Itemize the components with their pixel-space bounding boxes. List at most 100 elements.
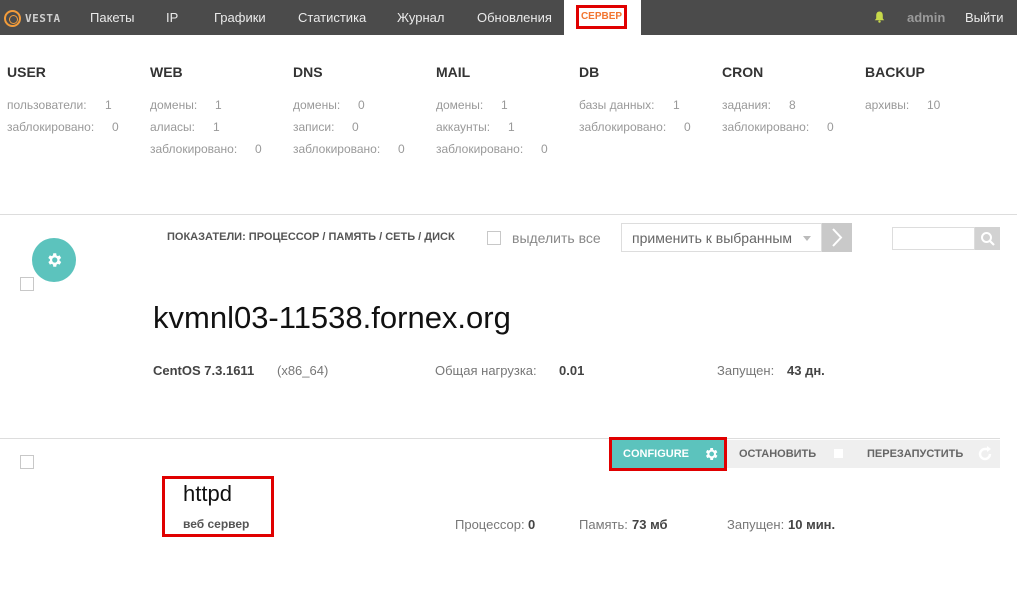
stat-title[interactable]: MAIL [436, 64, 523, 82]
vesta-logo[interactable]: VESTA [4, 8, 61, 28]
stat-label: заблокировано: [150, 142, 238, 156]
bulk-action-select[interactable]: применить к выбранным [621, 223, 822, 252]
add-button[interactable] [32, 238, 76, 282]
server-os: CentOS 7.3.1611 [153, 363, 255, 378]
stat-value: 1 [501, 98, 508, 112]
stat-value: 1 [213, 120, 220, 134]
apply-button[interactable] [822, 223, 852, 252]
stat-title[interactable]: BACKUP [865, 64, 925, 82]
nav-item-updates[interactable]: Обновления [477, 0, 552, 35]
stat-value: 1 [105, 98, 112, 112]
top-nav-bar: VESTA Пакеты IP Графики Статистика Журна… [0, 0, 1017, 35]
gear-icon [705, 448, 718, 460]
indicators-link[interactable]: ПОКАЗАТЕЛИ: ПРОЦЕССОР / ПАМЯТЬ / СЕТЬ / … [167, 231, 455, 243]
stat-value: 1 [215, 98, 222, 112]
stat-value: 0 [684, 120, 691, 134]
stat-label: пользователи: [7, 98, 87, 112]
stat-label: домены: [150, 98, 198, 112]
nav-item-server[interactable]: СЕРВЕР [576, 5, 627, 29]
stop-icon [834, 449, 843, 458]
stat-value: 0 [255, 142, 262, 156]
stat-row: алиасы: 1 [150, 116, 237, 138]
search-input[interactable] [892, 227, 975, 250]
nav-item-graphs[interactable]: Графики [214, 0, 266, 35]
stat-value: 0 [112, 120, 119, 134]
cpu-value: 0 [528, 517, 536, 532]
stat-label: записи: [293, 120, 335, 134]
stat-cron: CRON задания: 8 заблокировано: 0 [722, 64, 834, 138]
stat-label: аккаунты: [436, 120, 491, 134]
select-all-label[interactable]: выделить все [512, 230, 601, 246]
stat-row: аккаунты: 1 [436, 116, 523, 138]
stat-label: архивы: [865, 98, 910, 112]
stat-db: DB базы данных: 1 заблокировано: 0 [579, 64, 691, 138]
cpu-label: Процессор: [455, 517, 525, 532]
stat-row: записи: 0 [293, 116, 380, 138]
search-button[interactable] [975, 227, 1000, 250]
stat-row: заблокировано: 0 [293, 138, 405, 160]
stat-row: заблокировано: 0 [7, 116, 119, 138]
divider [0, 438, 1000, 439]
service-uptime-label: Запущен: [727, 517, 785, 532]
user-name-link[interactable]: admin [907, 0, 945, 35]
load-value: 0.01 [559, 363, 585, 378]
stat-row: задания: 8 [722, 94, 809, 116]
stat-label: заблокировано: [293, 142, 381, 156]
stat-title[interactable]: WEB [150, 64, 237, 82]
nav-item-packages[interactable]: Пакеты [90, 0, 135, 35]
restart-label: ПЕРЕЗАПУСТИТЬ [867, 448, 964, 460]
stat-value: 0 [358, 98, 365, 112]
stat-row: пользователи: 1 [7, 94, 112, 116]
stat-mail: MAIL домены: 1 аккаунты: 1 заблокировано: 0 [436, 64, 548, 160]
server-checkbox[interactable] [20, 277, 34, 291]
nav-item-statistics[interactable]: Статистика [298, 0, 366, 35]
stat-label: алиасы: [150, 120, 196, 134]
stat-row: заблокировано: 0 [579, 116, 691, 138]
stat-value: 1 [508, 120, 515, 134]
stat-label: домены: [293, 98, 341, 112]
select-all-checkbox[interactable] [487, 231, 501, 245]
refresh-icon [978, 446, 992, 461]
logout-link[interactable]: Выйти [965, 0, 1004, 35]
stat-title[interactable]: DB [579, 64, 666, 82]
stat-label: заблокировано: [436, 142, 524, 156]
stat-row: домены: 1 [436, 94, 523, 116]
uptime-label: Запущен: [717, 363, 775, 378]
stat-row: базы данных: 1 [579, 94, 680, 116]
service-checkbox[interactable] [20, 455, 34, 469]
stat-value: 10 [927, 98, 941, 112]
stat-value: 1 [673, 98, 680, 112]
chevron-right-icon [832, 228, 843, 247]
stat-label: заблокировано: [722, 120, 810, 134]
logo-text: VESTA [25, 11, 61, 25]
service-name: httpd [183, 481, 232, 506]
server-hostname: kvmnl03-11538.fornex.org [153, 300, 511, 335]
bell-icon[interactable] [874, 11, 885, 23]
stat-user: USER пользователи: 1 заблокировано: 0 [7, 64, 119, 138]
caret-down-icon [803, 236, 811, 241]
service-description: веб сервер [183, 517, 250, 531]
stat-title[interactable]: CRON [722, 64, 809, 82]
restart-button[interactable]: ПЕРЕЗАПУСТИТЬ [853, 440, 1000, 468]
stat-value: 0 [827, 120, 834, 134]
stat-label: базы данных: [579, 98, 655, 112]
stat-title[interactable]: USER [7, 64, 94, 82]
vesta-logo-icon [4, 9, 21, 27]
stat-label: задания: [722, 98, 772, 112]
stat-row: заблокировано: 0 [436, 138, 548, 160]
stat-value: 0 [541, 142, 548, 156]
stop-button[interactable]: ОСТАНОВИТЬ [727, 440, 853, 468]
stat-row: заблокировано: 0 [722, 116, 834, 138]
stat-row: домены: 0 [293, 94, 380, 116]
nav-item-ip[interactable]: IP [166, 0, 178, 35]
load-label: Общая нагрузка: [435, 363, 537, 378]
stat-row: архивы: 10 [865, 94, 940, 116]
nav-item-log[interactable]: Журнал [397, 0, 444, 35]
stat-label: заблокировано: [579, 120, 667, 134]
stat-value: 8 [789, 98, 796, 112]
search-icon [980, 231, 995, 246]
stat-title[interactable]: DNS [293, 64, 380, 82]
divider [0, 214, 1017, 215]
stat-row: домены: 1 [150, 94, 237, 116]
gear-icon [48, 253, 62, 267]
